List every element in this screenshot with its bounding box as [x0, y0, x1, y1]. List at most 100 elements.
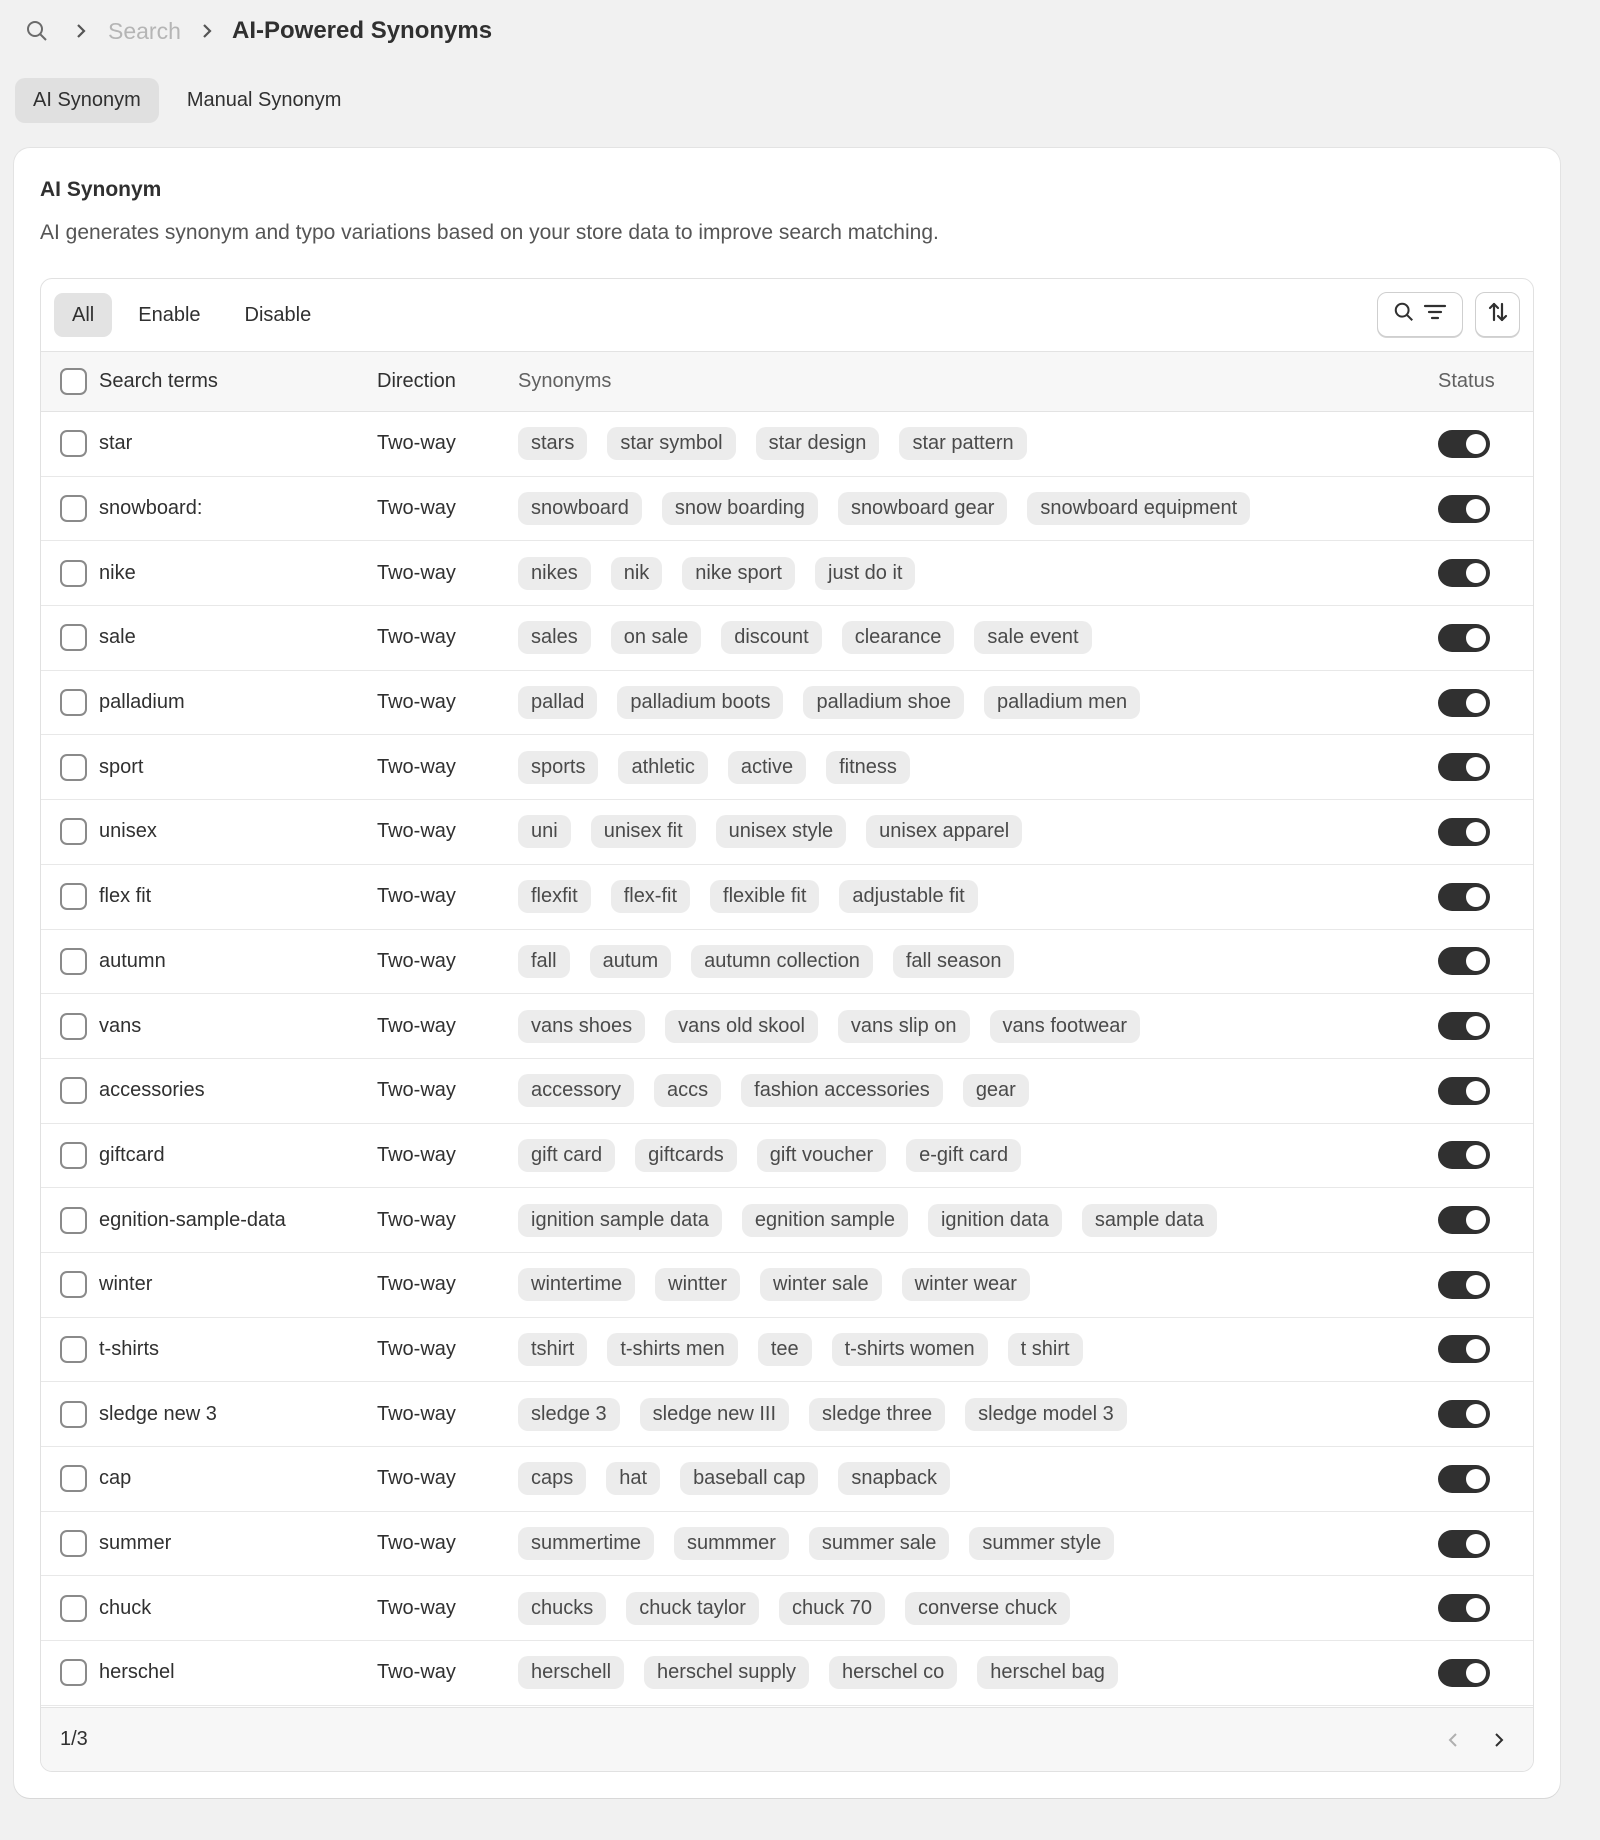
- status-toggle[interactable]: [1438, 1594, 1490, 1623]
- status-toggle[interactable]: [1438, 688, 1490, 717]
- status-toggle[interactable]: [1438, 1076, 1490, 1105]
- chevron-right-icon[interactable]: [1487, 1726, 1511, 1754]
- direction: Two-way: [377, 1143, 456, 1166]
- row-checkbox[interactable]: [60, 430, 87, 458]
- status-toggle[interactable]: [1438, 817, 1490, 846]
- row-checkbox[interactable]: [60, 1465, 87, 1493]
- table-row[interactable]: sledge new 3 Two-way sledge 3 sledge new II…: [41, 1382, 1533, 1447]
- synonym-chip: sledge model 3: [965, 1397, 1127, 1431]
- synonym-list: wintertime wintter winter sale winter wear: [518, 1268, 1030, 1302]
- table-row[interactable]: giftcard Two-way gift card giftcards gift vo…: [41, 1124, 1533, 1189]
- filter-tab-disable[interactable]: Disable: [227, 293, 330, 337]
- row-checkbox[interactable]: [60, 1141, 87, 1169]
- table-row[interactable]: t-shirts Two-way tshirt t-shirts men tee t-sh…: [41, 1318, 1533, 1383]
- row-checkbox[interactable]: [60, 1271, 87, 1299]
- row-checkbox[interactable]: [60, 753, 87, 781]
- row-checkbox[interactable]: [60, 1530, 87, 1558]
- row-checkbox[interactable]: [60, 1012, 87, 1040]
- table-row[interactable]: winter Two-way wintertime wintter winter sal…: [41, 1253, 1533, 1318]
- synonym-chip: caps: [518, 1462, 587, 1496]
- table-row[interactable]: flex fit Two-way flexfit flex-fit flexible f…: [41, 865, 1533, 930]
- synonym-chip: vans footwear: [989, 1009, 1141, 1043]
- sort-button[interactable]: [1475, 292, 1520, 337]
- table-row[interactable]: autumn Two-way fall autum autumn collection f…: [41, 930, 1533, 995]
- status-toggle[interactable]: [1438, 947, 1490, 976]
- status-toggle[interactable]: [1438, 1012, 1490, 1041]
- table-row[interactable]: snowboard: Two-way snowboard snow boarding s…: [41, 477, 1533, 542]
- synonym-chip: sales: [518, 621, 591, 655]
- filter-tab-all[interactable]: All: [54, 293, 113, 337]
- tab-ai-synonym[interactable]: AI Synonym: [15, 78, 159, 123]
- table-row[interactable]: herschel Two-way herschell herschel supply h…: [41, 1641, 1533, 1706]
- status-toggle[interactable]: [1438, 1400, 1490, 1429]
- status-toggle[interactable]: [1438, 1141, 1490, 1170]
- synonym-list: vans shoes vans old skool vans slip on vans…: [518, 1009, 1141, 1043]
- search-term: cap: [99, 1467, 132, 1490]
- direction: Two-way: [377, 755, 456, 778]
- synonym-chip: snapback: [838, 1462, 950, 1496]
- synonym-chip: summer sale: [808, 1527, 950, 1561]
- row-checkbox[interactable]: [60, 624, 87, 652]
- direction: Two-way: [377, 1661, 456, 1684]
- row-checkbox[interactable]: [60, 1594, 87, 1622]
- synonym-chip: herschel supply: [644, 1656, 810, 1690]
- status-toggle[interactable]: [1438, 494, 1490, 523]
- search-term: palladium: [99, 691, 185, 714]
- status-toggle[interactable]: [1438, 1270, 1490, 1299]
- status-toggle[interactable]: [1438, 1464, 1490, 1493]
- row-checkbox[interactable]: [60, 818, 87, 846]
- status-toggle[interactable]: [1438, 623, 1490, 652]
- status-toggle[interactable]: [1438, 1335, 1490, 1364]
- row-checkbox[interactable]: [60, 1400, 87, 1428]
- status-toggle[interactable]: [1438, 753, 1490, 782]
- table-row[interactable]: cap Two-way caps hat baseball cap snapback: [41, 1447, 1533, 1512]
- synonym-list: gift card giftcards gift voucher e-gift car…: [518, 1138, 1022, 1172]
- breadcrumb-search-link[interactable]: Search: [108, 18, 184, 45]
- synonym-chip: stars: [518, 427, 588, 461]
- status-toggle[interactable]: [1438, 559, 1490, 588]
- table-header: Search terms Direction Synonyms Status: [41, 351, 1533, 412]
- synonym-chip: fashion accessories: [741, 1074, 943, 1108]
- table-row[interactable]: accessories Two-way accessory accs fashion a…: [41, 1059, 1533, 1124]
- synonym-chip: chuck taylor: [626, 1591, 759, 1625]
- status-toggle[interactable]: [1438, 1206, 1490, 1235]
- status-toggle[interactable]: [1438, 882, 1490, 911]
- synonym-chip: palladium men: [984, 686, 1141, 720]
- row-checkbox[interactable]: [60, 689, 87, 717]
- search-filter-button[interactable]: [1377, 292, 1463, 337]
- table-row[interactable]: sport Two-way sports athletic active fitness: [41, 735, 1533, 801]
- row-checkbox[interactable]: [60, 1077, 87, 1105]
- synonym-chip: nik: [610, 556, 663, 590]
- table-row[interactable]: vans Two-way vans shoes vans old skool vans …: [41, 994, 1533, 1059]
- row-checkbox[interactable]: [60, 495, 87, 523]
- filter-tab-enable[interactable]: Enable: [120, 293, 218, 337]
- table-row[interactable]: star Two-way stars star symbol star design st…: [41, 412, 1533, 477]
- table-row[interactable]: unisex Two-way uni unisex fit unisex style un…: [41, 800, 1533, 865]
- table-row[interactable]: nike Two-way nikes nik nike sport just do it: [41, 541, 1533, 607]
- table-row[interactable]: chuck Two-way chucks chuck taylor chuck 70 co…: [41, 1576, 1533, 1642]
- search-term: autumn: [99, 949, 166, 972]
- table-row[interactable]: summer Two-way summertime summmer summer sal…: [41, 1512, 1533, 1577]
- chevron-left-icon[interactable]: [1441, 1726, 1465, 1754]
- search-icon[interactable]: [24, 18, 50, 44]
- row-checkbox[interactable]: [60, 559, 87, 587]
- synonym-list: ignition sample data egnition sample ignit…: [518, 1203, 1217, 1237]
- row-checkbox[interactable]: [60, 947, 87, 975]
- direction: Two-way: [377, 1532, 456, 1555]
- row-checkbox[interactable]: [60, 1335, 87, 1363]
- status-toggle[interactable]: [1438, 1658, 1490, 1687]
- row-checkbox[interactable]: [60, 1206, 87, 1234]
- status-toggle[interactable]: [1438, 429, 1490, 458]
- select-all-checkbox[interactable]: [60, 368, 87, 395]
- row-checkbox[interactable]: [60, 883, 87, 911]
- synonym-list: snowboard snow boarding snowboard gear snow…: [518, 492, 1251, 526]
- table-row[interactable]: sale Two-way sales on sale discount clearance…: [41, 606, 1533, 671]
- filter-icon: [1423, 301, 1447, 328]
- table-row[interactable]: palladium Two-way pallad palladium boots pal…: [41, 671, 1533, 736]
- row-checkbox[interactable]: [60, 1659, 87, 1687]
- tab-manual-synonym[interactable]: Manual Synonym: [169, 78, 360, 123]
- status-toggle[interactable]: [1438, 1529, 1490, 1558]
- synonym-chip: active: [727, 750, 807, 784]
- table-row[interactable]: egnition-sample-data Two-way ignition samp…: [41, 1188, 1533, 1253]
- header-search-terms[interactable]: Search terms: [99, 370, 218, 393]
